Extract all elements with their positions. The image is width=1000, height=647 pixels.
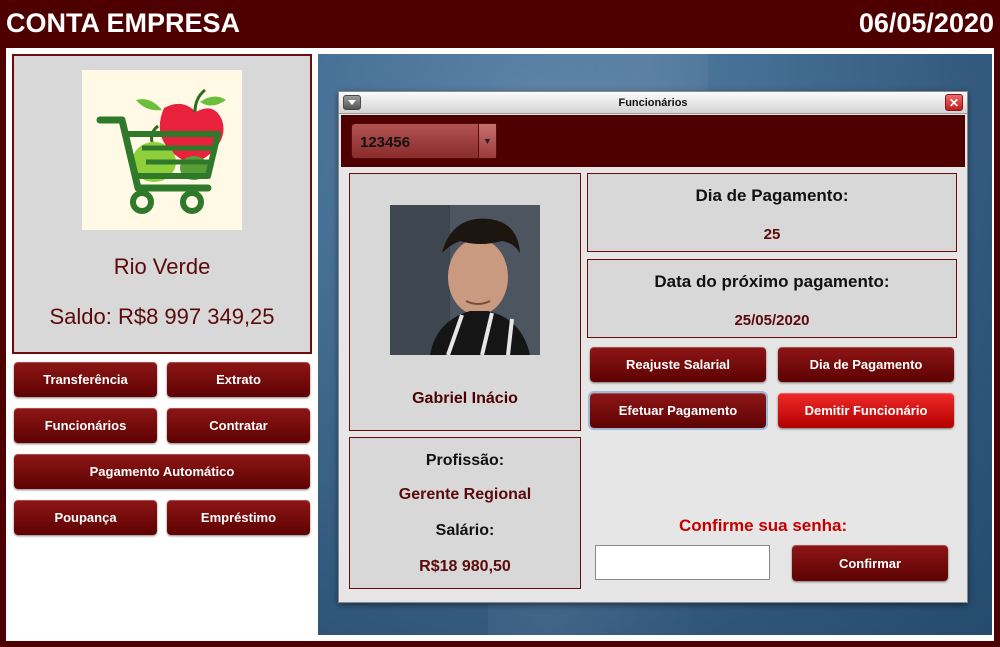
payment-day-label: Dia de Pagamento: (695, 186, 849, 205)
profession-value: Gerente Regional (398, 486, 532, 503)
employee-card: Gabriel Inácio (349, 173, 581, 431)
statement-button[interactable]: Extrato (167, 362, 310, 397)
window-title: Funcionários (618, 97, 688, 109)
next-payment-label: Data do próximo pagamento: (654, 272, 890, 291)
transfer-button[interactable]: Transferência (14, 362, 157, 397)
profession-label: Profissão: (425, 452, 505, 469)
password-field[interactable] (595, 545, 770, 580)
top-bar: CONTA EMPRESA 06/05/2020 (0, 0, 1000, 48)
app-title: CONTA EMPRESA (6, 8, 241, 38)
dropdown-arrow-icon[interactable]: ▼ (478, 124, 496, 158)
employee-id-select[interactable]: 123456 ▼ (351, 123, 497, 159)
savings-button[interactable]: Poupança (14, 500, 157, 535)
company-name: Rio Verde (113, 254, 211, 279)
payment-day-button[interactable]: Dia de Pagamento (778, 347, 954, 382)
current-date: 06/05/2020 (858, 8, 994, 38)
company-balance: Saldo: R$8 997 349,25 (49, 304, 275, 329)
employees-window: Funcionários ✕ 123456 ▼ Gabriel Inácio P… (338, 91, 968, 603)
employee-details-card: Profissão: Gerente Regional Salário: R$1… (349, 437, 581, 589)
payment-day-value: 25 (763, 226, 781, 243)
make-payment-button[interactable]: Efetuar Pagamento (590, 393, 766, 428)
close-icon[interactable]: ✕ (945, 94, 963, 111)
company-logo (82, 70, 242, 230)
employee-id-value: 123456 (360, 134, 411, 151)
company-card: Rio Verde Saldo: R$8 997 349,25 (12, 54, 312, 354)
salary-adjust-button[interactable]: Reajuste Salarial (590, 347, 766, 382)
auto-payment-button[interactable]: Pagamento Automático (14, 454, 310, 489)
employee-photo (390, 205, 540, 355)
dismiss-employee-button[interactable]: Demitir Funcionário (778, 393, 954, 428)
salary-label: Salário: (435, 522, 495, 539)
employees-button[interactable]: Funcionários (14, 408, 157, 443)
salary-value: R$18 980,50 (419, 558, 511, 575)
next-payment-card: Data do próximo pagamento: 25/05/2020 (587, 259, 957, 338)
main-content: Rio Verde Saldo: R$8 997 349,25 Transfer… (6, 48, 994, 641)
confirm-password-label: Confirme sua senha: (679, 516, 848, 535)
confirm-button[interactable]: Confirmar (792, 545, 948, 581)
employee-selector-bar: 123456 ▼ (341, 115, 965, 167)
window-titlebar[interactable]: Funcionários ✕ (339, 92, 967, 114)
loan-button[interactable]: Empréstimo (167, 500, 310, 535)
employee-name: Gabriel Inácio (412, 390, 518, 407)
hire-button[interactable]: Contratar (167, 408, 310, 443)
desktop-area: Funcionários ✕ 123456 ▼ Gabriel Inácio P… (318, 54, 992, 635)
payment-day-card: Dia de Pagamento: 25 (587, 173, 957, 252)
next-payment-value: 25/05/2020 (734, 312, 810, 329)
